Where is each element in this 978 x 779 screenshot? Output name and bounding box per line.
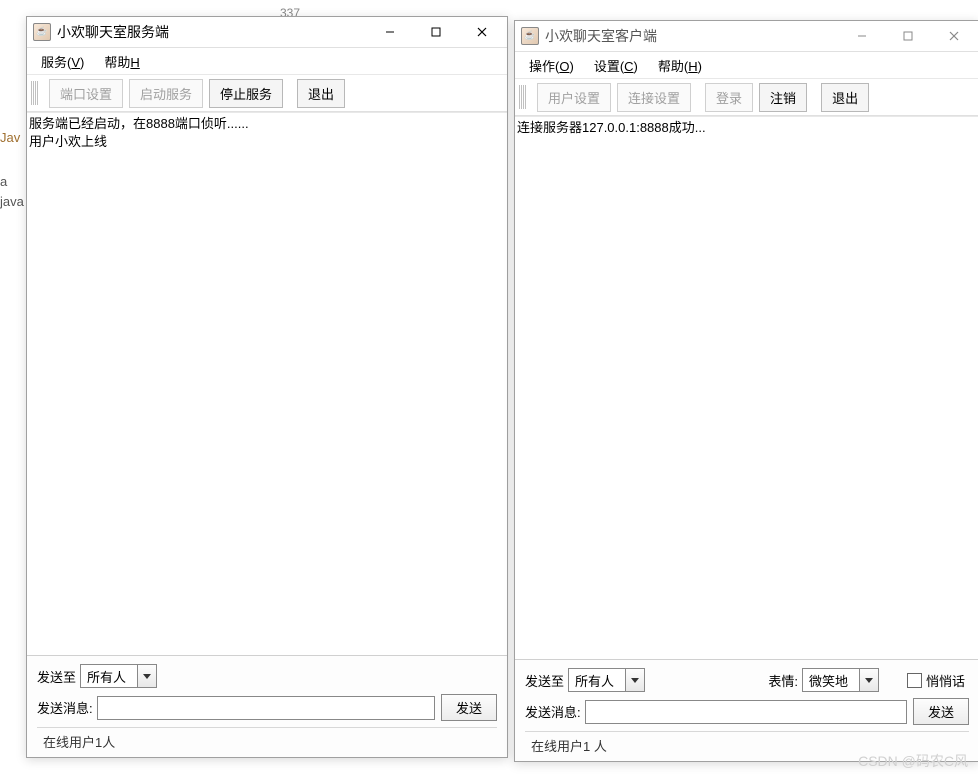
- conn-config-button: 连接设置: [617, 83, 691, 112]
- stop-service-button[interactable]: 停止服务: [209, 79, 283, 108]
- bg-java-fragment: Jav: [0, 130, 20, 145]
- java-app-icon: ☕: [33, 23, 51, 41]
- chevron-down-icon[interactable]: [859, 669, 878, 691]
- emoji-combo[interactable]: 微笑地: [802, 668, 879, 692]
- client-bottom-panel: 发送至 所有人 表情: 微笑地 悄悄话 发送消息: 发送 在线用户1 人: [515, 659, 978, 761]
- server-log: 服务端已经启动，在8888端口侦听...... 用户小欢上线: [27, 112, 507, 655]
- chevron-down-icon[interactable]: [625, 669, 644, 691]
- send-to-combo[interactable]: 所有人: [568, 668, 645, 692]
- message-input[interactable]: [97, 696, 435, 720]
- java-app-icon: ☕: [521, 27, 539, 45]
- emoji-label: 表情:: [768, 671, 798, 690]
- menu-service[interactable]: 服务(V): [31, 49, 94, 74]
- client-log: 连接服务器127.0.0.1:8888成功...: [515, 116, 978, 659]
- toolbar-grip: [519, 85, 527, 109]
- server-titlebar: ☕ 小欢聊天室服务端: [27, 17, 507, 48]
- server-status: 在线用户1人: [37, 727, 497, 753]
- server-menubar: 服务(V) 帮助H: [27, 48, 507, 75]
- logout-button[interactable]: 注销: [759, 83, 807, 112]
- port-config-button: 端口设置: [49, 79, 123, 108]
- server-title: 小欢聊天室服务端: [57, 22, 367, 42]
- client-title: 小欢聊天室客户端: [545, 26, 839, 46]
- menu-settings[interactable]: 设置(C): [584, 53, 648, 78]
- user-config-button: 用户设置: [537, 83, 611, 112]
- exit-button[interactable]: 退出: [297, 79, 345, 108]
- message-label: 发送消息:: [525, 702, 581, 721]
- minimize-button[interactable]: [839, 22, 885, 50]
- whisper-label: 悄悄话: [926, 671, 965, 690]
- menu-help[interactable]: 帮助H: [94, 49, 149, 74]
- send-button[interactable]: 发送: [913, 698, 969, 725]
- close-button[interactable]: [931, 22, 977, 50]
- minimize-button[interactable]: [367, 18, 413, 46]
- toolbar-grip: [31, 81, 39, 105]
- bg-java2-fragment: java: [0, 194, 24, 209]
- maximize-button[interactable]: [885, 22, 931, 50]
- menu-operation[interactable]: 操作(O): [519, 53, 584, 78]
- client-window: ☕ 小欢聊天室客户端 操作(O) 设置(C) 帮助(H) 用户设置 连接设置 登…: [514, 20, 978, 762]
- send-to-value: 所有人: [569, 669, 625, 691]
- send-to-label: 发送至: [525, 671, 564, 690]
- server-toolbar: 端口设置 启动服务 停止服务 退出: [27, 75, 507, 112]
- whisper-checkbox[interactable]: [907, 673, 922, 688]
- emoji-value: 微笑地: [803, 669, 859, 691]
- menu-help[interactable]: 帮助(H): [648, 53, 712, 78]
- server-bottom-panel: 发送至 所有人 发送消息: 发送 在线用户1人: [27, 655, 507, 757]
- send-button[interactable]: 发送: [441, 694, 497, 721]
- client-toolbar: 用户设置 连接设置 登录 注销 退出: [515, 79, 978, 116]
- close-button[interactable]: [459, 18, 505, 46]
- client-menubar: 操作(O) 设置(C) 帮助(H): [515, 52, 978, 79]
- send-to-combo[interactable]: 所有人: [80, 664, 157, 688]
- server-window-controls: [367, 18, 505, 46]
- send-to-label: 发送至: [37, 667, 76, 686]
- start-service-button: 启动服务: [129, 79, 203, 108]
- client-window-controls: [839, 22, 977, 50]
- exit-button[interactable]: 退出: [821, 83, 869, 112]
- bg-a-fragment: a: [0, 174, 7, 189]
- maximize-button[interactable]: [413, 18, 459, 46]
- client-titlebar: ☕ 小欢聊天室客户端: [515, 21, 978, 52]
- message-input[interactable]: [585, 700, 907, 724]
- login-button: 登录: [705, 83, 753, 112]
- send-to-value: 所有人: [81, 665, 137, 687]
- server-window: ☕ 小欢聊天室服务端 服务(V) 帮助H 端口设置 启动服务 停止服务 退出 服…: [26, 16, 508, 758]
- watermark: CSDN @码农C风: [858, 751, 968, 771]
- chevron-down-icon[interactable]: [137, 665, 156, 687]
- message-label: 发送消息:: [37, 698, 93, 717]
